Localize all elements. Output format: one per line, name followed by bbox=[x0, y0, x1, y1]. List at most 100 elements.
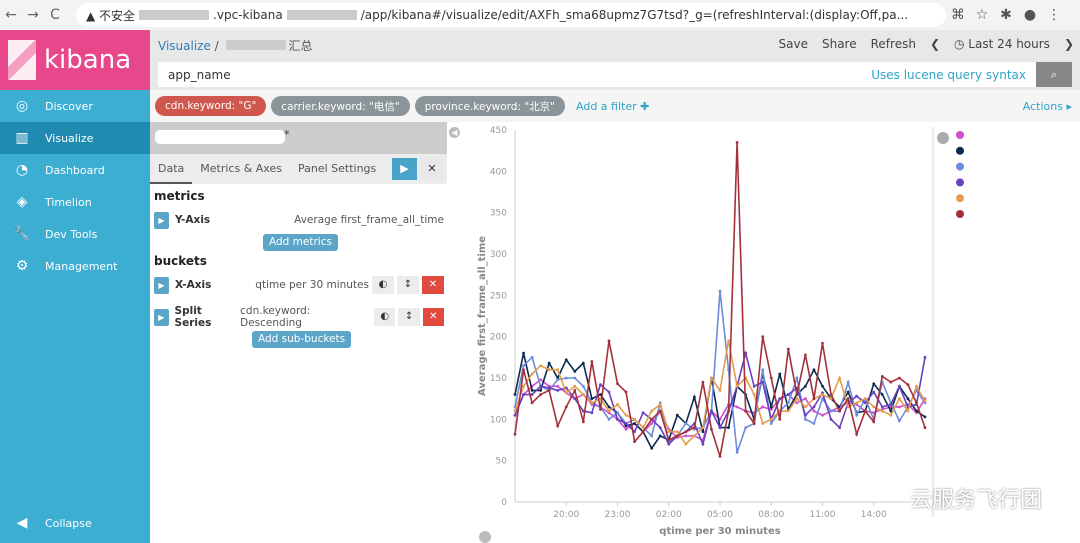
y-tick-label: 0 bbox=[501, 498, 507, 508]
data-point bbox=[838, 426, 841, 429]
x-tick-label: 08:00 bbox=[758, 510, 784, 520]
vis-title: * bbox=[150, 122, 447, 154]
data-point bbox=[692, 395, 696, 399]
top-bar: Visualize / 汇总 Save Share Refresh ❮ ◷ La… bbox=[150, 30, 1080, 90]
data-point bbox=[573, 397, 577, 401]
legend-toggle-icon[interactable] bbox=[937, 132, 949, 144]
kibana-logo[interactable]: kibana bbox=[0, 30, 150, 90]
time-picker[interactable]: ◷ Last 24 hours bbox=[954, 37, 1050, 51]
add-sub-buckets-button[interactable]: Add sub-buckets bbox=[252, 331, 352, 348]
remove-icon[interactable]: ✕ bbox=[422, 308, 444, 326]
discard-button[interactable]: ✕ bbox=[420, 158, 444, 180]
sidebar-item-label: Discover bbox=[45, 99, 93, 113]
data-point bbox=[880, 405, 884, 409]
data-point bbox=[906, 397, 910, 401]
split-series-agg[interactable]: ▶ Split Series cdn.keyword: Descending ◐ ↕ ✕ bbox=[154, 305, 444, 329]
profile-icon[interactable]: ● bbox=[1018, 7, 1042, 23]
collapse-button[interactable]: ◀ Collapse bbox=[0, 507, 150, 539]
data-point bbox=[710, 427, 713, 431]
toggle-icon[interactable]: ◐ bbox=[372, 276, 394, 294]
expand-icon[interactable]: ▶ bbox=[154, 308, 169, 326]
expand-icon[interactable]: ▶ bbox=[154, 211, 169, 229]
forward-button[interactable]: → bbox=[22, 7, 44, 23]
drag-handle-icon[interactable]: ↕ bbox=[398, 308, 420, 326]
data-point bbox=[539, 364, 543, 367]
tab-panel-settings[interactable]: Panel Settings bbox=[290, 154, 384, 184]
data-point bbox=[838, 409, 841, 413]
expand-icon[interactable]: ▶ bbox=[154, 276, 169, 294]
x-axis-agg[interactable]: ▶ X-Axis qtime per 30 minutes ◐ ↕ ✕ bbox=[154, 275, 444, 295]
browser-toolbar: ← → C ▲ 不安全 .vpc-kibana /app/kibana#/vis… bbox=[0, 0, 1080, 30]
reload-button[interactable]: C bbox=[44, 7, 66, 23]
time-prev-button[interactable]: ❮ bbox=[930, 37, 940, 51]
data-point bbox=[923, 426, 927, 429]
extension-icon[interactable]: ✱ bbox=[994, 7, 1018, 23]
vis-editor-panel: * Data Metrics & Axes Panel Settings ▶ ✕… bbox=[150, 122, 447, 543]
refresh-button[interactable]: Refresh bbox=[871, 37, 916, 51]
wrench-icon: 🔧 bbox=[13, 226, 31, 242]
chart-collapse-icon[interactable] bbox=[479, 531, 491, 543]
y-axis-agg[interactable]: ▶ Y-Axis Average first_frame_all_time bbox=[154, 210, 444, 230]
sidebar-item-management[interactable]: ⚙ Management bbox=[0, 250, 150, 282]
data-point bbox=[778, 417, 782, 421]
data-point bbox=[650, 409, 654, 413]
y-tick-label: 100 bbox=[490, 415, 507, 425]
share-button[interactable]: Share bbox=[822, 37, 857, 51]
filter-pill[interactable]: carrier.keyword: "电信" bbox=[271, 96, 410, 116]
x-axis-title: qtime per 30 minutes bbox=[659, 526, 780, 537]
data-point bbox=[915, 409, 918, 413]
address-bar[interactable]: ▲ 不安全 .vpc-kibana /app/kibana#/visualize… bbox=[76, 3, 946, 27]
search-button[interactable]: ⌕ bbox=[1036, 62, 1072, 87]
data-point bbox=[735, 451, 739, 454]
actions-link[interactable]: Actions ▸ bbox=[1023, 100, 1072, 113]
data-point bbox=[581, 384, 585, 388]
bar-chart-icon: ▥ bbox=[15, 130, 29, 146]
data-point bbox=[692, 434, 696, 438]
data-point bbox=[735, 384, 739, 388]
sidebar-item-dev-tools[interactable]: 🔧 Dev Tools bbox=[0, 218, 150, 250]
remove-icon[interactable]: ✕ bbox=[422, 276, 444, 294]
lucene-syntax-link[interactable]: Uses lucene query syntax bbox=[871, 68, 1026, 82]
metrics-heading: metrics bbox=[154, 189, 205, 203]
save-button[interactable]: Save bbox=[779, 37, 808, 51]
collapse-editor-icon[interactable]: ◀ bbox=[449, 127, 460, 138]
data-point bbox=[539, 393, 543, 396]
data-point bbox=[863, 409, 867, 413]
data-point bbox=[872, 420, 876, 424]
data-point bbox=[812, 397, 816, 401]
menu-icon[interactable]: ⋮ bbox=[1042, 7, 1066, 23]
star-icon[interactable]: ☆ bbox=[970, 7, 994, 23]
sidebar-item-visualize[interactable]: ▥ Visualize bbox=[0, 122, 150, 154]
add-metrics-button[interactable]: Add metrics bbox=[263, 234, 338, 251]
tab-data[interactable]: Data bbox=[150, 154, 193, 184]
data-point bbox=[624, 413, 628, 417]
data-point bbox=[795, 397, 799, 401]
data-point bbox=[675, 430, 679, 434]
data-point bbox=[821, 413, 824, 417]
filter-pill[interactable]: province.keyword: "北京" bbox=[414, 96, 566, 116]
drag-handle-icon[interactable]: ↕ bbox=[397, 276, 419, 294]
filter-pill[interactable]: cdn.keyword: "G" bbox=[155, 96, 267, 116]
x-tick-label: 20:00 bbox=[553, 510, 579, 520]
gear-icon: ⚙ bbox=[15, 258, 29, 274]
sidebar-item-timelion[interactable]: ◈ Timelion bbox=[0, 186, 150, 218]
translate-icon[interactable]: ⌘ bbox=[946, 7, 970, 23]
query-input[interactable]: app_name Uses lucene query syntax bbox=[158, 62, 1036, 87]
add-filter-link[interactable]: Add a filter ✚ bbox=[576, 100, 649, 113]
sidebar-item-discover[interactable]: ◎ Discover bbox=[0, 90, 150, 122]
apply-button[interactable]: ▶ bbox=[392, 158, 417, 180]
data-point bbox=[855, 394, 859, 398]
sidebar-item-dashboard[interactable]: ◔ Dashboard bbox=[0, 154, 150, 186]
data-point bbox=[923, 399, 927, 403]
back-button[interactable]: ← bbox=[0, 7, 22, 23]
data-point bbox=[573, 389, 577, 392]
data-point bbox=[829, 409, 833, 413]
breadcrumb-visualize[interactable]: Visualize bbox=[158, 39, 211, 53]
toggle-icon[interactable]: ◐ bbox=[374, 308, 396, 326]
data-point bbox=[573, 369, 577, 373]
redacted bbox=[225, 40, 286, 50]
y-tick-label: 400 bbox=[490, 167, 507, 177]
redacted bbox=[286, 10, 357, 20]
tab-metrics-axes[interactable]: Metrics & Axes bbox=[192, 154, 290, 184]
time-next-button[interactable]: ❯ bbox=[1064, 37, 1074, 51]
